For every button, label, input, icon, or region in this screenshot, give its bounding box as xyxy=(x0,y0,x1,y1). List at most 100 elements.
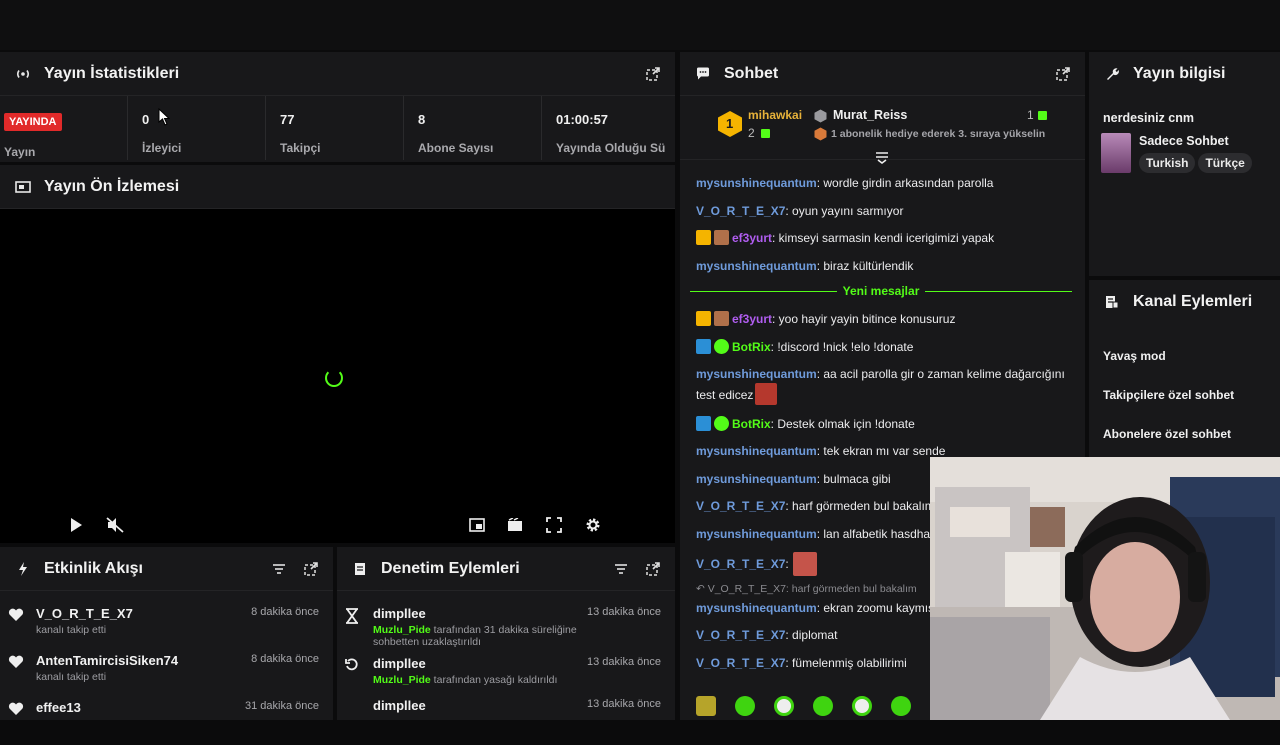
verified-badge-icon xyxy=(714,415,729,431)
chat-message: mysunshinequantum: aa acil parolla gir o… xyxy=(696,365,1066,405)
chat-text: : Destek olmak için !donate xyxy=(770,416,915,431)
chat-text: : diplomat xyxy=(785,628,838,642)
chat-text: : oyun yayını sarmıyor xyxy=(785,203,904,218)
popout-icon[interactable] xyxy=(303,561,319,577)
chat-text: : biraz kültürlendik xyxy=(816,258,914,273)
mod-action-desc: Muzlu_Pide tarafından yasağı kaldırıldı xyxy=(373,674,587,686)
gift-icon xyxy=(761,129,770,138)
chat-message: ef3yurt: kimseyi sarmasin kendi icerigim… xyxy=(696,229,1066,247)
rank-2-icon xyxy=(814,109,827,123)
chat-username[interactable]: BotRix xyxy=(732,340,771,354)
category-row: Sadece Sohbet Turkish Türkçe xyxy=(1101,133,1266,173)
chat-text: : kimseyi sarmasin kendi icerigimizi yap… xyxy=(772,231,995,245)
activity-item: effee13 31 dakika önce xyxy=(0,685,333,732)
emote-icon[interactable] xyxy=(891,696,911,716)
mod-actor[interactable]: Muzlu_Pide xyxy=(373,674,431,686)
filter-icon[interactable] xyxy=(271,561,287,577)
actions-header: Kanal Eylemleri xyxy=(1089,280,1280,324)
stat-value: 8 xyxy=(418,112,426,127)
stat-subscribers: 8 Abone Sayısı xyxy=(404,96,542,160)
popout-icon[interactable] xyxy=(645,561,661,577)
mouse-cursor-icon xyxy=(158,108,170,126)
filter-icon[interactable] xyxy=(613,561,629,577)
chat-username[interactable]: V_O_R_T_E_X7 xyxy=(696,499,785,513)
mod-target-user[interactable]: dimpllee xyxy=(373,698,587,713)
chat-username[interactable]: V_O_R_T_E_X7 xyxy=(696,204,785,218)
chat-username[interactable]: mysunshinequantum xyxy=(696,367,817,381)
mod-actions-panel: Denetim Eylemleri dimpllee Muzlu_Pide ta… xyxy=(337,547,675,720)
slow-mode-toggle[interactable]: Yavaş mod xyxy=(1089,336,1280,375)
activity-user[interactable]: AntenTamircisiSiken74 xyxy=(36,653,251,668)
chat-message: mysunshinequantum: biraz kültürlendik xyxy=(696,257,1066,275)
rank-number: 1 xyxy=(726,116,734,131)
stats-header: Yayın İstatistikleri xyxy=(0,52,675,96)
theater-icon[interactable] xyxy=(505,515,525,535)
subscriber-badge-icon xyxy=(714,311,729,326)
settings-gear-icon[interactable] xyxy=(583,515,603,535)
activity-user[interactable]: effee13 xyxy=(36,700,245,715)
chat-text: : !discord !nick !elo !donate xyxy=(770,339,914,354)
play-icon[interactable] xyxy=(66,515,86,535)
rank-3-icon xyxy=(814,127,827,141)
chat-username[interactable]: mysunshinequantum xyxy=(696,259,817,273)
mod-target-user[interactable]: dimpllee xyxy=(373,656,587,671)
popout-icon[interactable] xyxy=(645,66,661,82)
wrench-icon xyxy=(1103,65,1121,83)
mod-log-item: dimpllee Muzlu_Pide tarafından 31 dakika… xyxy=(337,591,675,651)
emote-icon[interactable] xyxy=(774,696,794,716)
emote-icon[interactable] xyxy=(735,696,755,716)
stat-label: Yayın xyxy=(4,145,36,159)
emote-icon[interactable] xyxy=(813,696,833,716)
tag-chip[interactable]: Turkish xyxy=(1139,153,1196,173)
chat-username[interactable]: ef3yurt xyxy=(732,312,772,326)
emote-icon[interactable] xyxy=(696,696,716,716)
gifter-name[interactable]: Murat_Reiss xyxy=(833,108,907,122)
emote-icon xyxy=(755,383,778,405)
tag-chip[interactable]: Türkçe xyxy=(1198,153,1252,173)
chat-username[interactable]: BotRix xyxy=(732,417,771,431)
stat-uptime: 01:00:57 Yayında Olduğu Sü xyxy=(542,96,675,160)
mod-log-time: 13 dakika önce xyxy=(587,698,661,710)
heart-icon xyxy=(8,608,26,622)
mod-target-user[interactable]: dimpllee xyxy=(373,606,587,621)
fullscreen-icon[interactable] xyxy=(544,515,564,535)
category-name[interactable]: Sadece Sohbet xyxy=(1139,134,1255,148)
preview-title: Yayın Ön İzlemesi xyxy=(44,177,180,195)
chat-username[interactable]: mysunshinequantum xyxy=(696,527,817,541)
chat-username[interactable]: V_O_R_T_E_X7 xyxy=(696,557,785,571)
chat-message: V_O_R_T_E_X7: oyun yayını sarmıyor xyxy=(696,202,1066,220)
emote-icon[interactable] xyxy=(852,696,872,716)
activity-header: Etkinlik Akışı xyxy=(0,547,333,591)
mod-action-desc: Muzlu_Pide tarafından 31 dakika süreliği… xyxy=(373,624,587,648)
chat-username[interactable]: ef3yurt xyxy=(732,231,772,245)
mod-actor[interactable]: Muzlu_Pide xyxy=(373,624,431,636)
chat-text: : fümelenmiş olabilirimi xyxy=(785,655,907,670)
category-thumbnail[interactable] xyxy=(1101,133,1131,173)
top-gifter-name[interactable]: mihawkai xyxy=(748,108,802,122)
info-header: Yayın bilgisi xyxy=(1089,52,1280,96)
popout-icon[interactable] xyxy=(1055,66,1071,82)
chat-username[interactable]: mysunshinequantum xyxy=(696,472,817,486)
emote-bar xyxy=(696,696,911,716)
chat-username[interactable]: mysunshinequantum xyxy=(696,601,817,615)
activity-time: 31 dakika önce xyxy=(245,700,319,712)
subscribers-only-toggle[interactable]: Abonelere özel sohbet xyxy=(1089,414,1280,453)
chat-text: : yoo hayir yayin bitince konusuruz xyxy=(772,312,956,326)
activity-time: 8 dakika önce xyxy=(251,606,319,618)
crown-badge-icon xyxy=(696,311,711,326)
chat-username[interactable]: V_O_R_T_E_X7 xyxy=(696,628,785,642)
stat-label: Takipçi xyxy=(280,141,321,155)
chat-username[interactable]: mysunshinequantum xyxy=(696,444,817,458)
stat-label: Abone Sayısı xyxy=(418,141,494,155)
loading-spinner xyxy=(325,369,343,387)
activity-user[interactable]: V_O_R_T_E_X7 xyxy=(36,606,251,621)
webcam-overlay xyxy=(930,457,1280,720)
stat-live: YAYINDA Yayın xyxy=(0,96,128,160)
pip-icon[interactable] xyxy=(467,515,487,535)
gift-leaderboard[interactable]: 1 mihawkai 2 Murat_Reiss 1 1 abonelik he… xyxy=(680,96,1085,164)
chat-username[interactable]: mysunshinequantum xyxy=(696,176,817,190)
mute-icon[interactable] xyxy=(105,515,125,535)
gifter-count: 1 xyxy=(1027,108,1034,122)
chat-username[interactable]: V_O_R_T_E_X7 xyxy=(696,656,785,670)
followers-only-toggle[interactable]: Takipçilere özel sohbet xyxy=(1089,375,1280,414)
